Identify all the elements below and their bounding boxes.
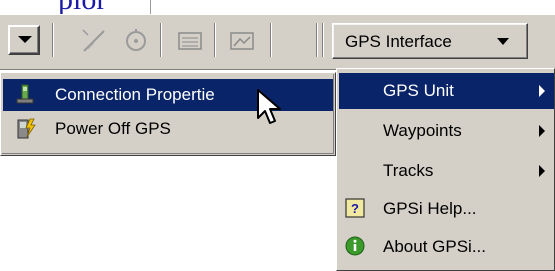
gps-interface-menu: GPS Unit Waypoints Tracks ? GPSi Help...… — [336, 68, 555, 271]
menu-item-tracks[interactable]: Tracks — [339, 153, 554, 189]
chevron-down-icon — [497, 38, 509, 45]
toolbar-separator — [160, 23, 162, 57]
menu-item-label: Waypoints — [383, 121, 462, 140]
menu-item-label: About GPSi... — [383, 237, 486, 256]
toolbar-separator — [52, 23, 54, 57]
toolbar-separator — [322, 23, 324, 57]
menu-item-gpsi-help[interactable]: ? GPSi Help... — [339, 191, 554, 227]
svg-text:?: ? — [351, 201, 359, 216]
submenu-arrow-icon — [539, 125, 545, 137]
menu-item-waypoints[interactable]: Waypoints — [339, 113, 554, 149]
submenu-arrow-icon — [539, 85, 545, 97]
menu-item-gps-unit[interactable]: GPS Unit — [339, 73, 554, 109]
page-title-fragment: plor — [58, 0, 106, 14]
power-off-icon — [17, 118, 36, 139]
title-divider — [150, 0, 151, 14]
menu-item-label: Tracks — [383, 161, 434, 180]
menu-item-label: Connection Propertie — [55, 85, 215, 104]
toolbar-separator — [316, 23, 318, 57]
toolbar-separator — [214, 23, 216, 57]
connection-properties-icon — [16, 84, 34, 104]
toolbar: GPS Interface — [0, 14, 555, 70]
toolbar-dropdown-button[interactable] — [8, 25, 40, 55]
menu-item-label: GPSi Help... — [383, 199, 477, 218]
table-icon[interactable] — [176, 27, 204, 55]
measure-tool-icon[interactable] — [80, 27, 108, 55]
mouse-cursor-icon — [257, 89, 281, 124]
help-icon: ? — [345, 198, 365, 218]
toolbar-separator — [270, 23, 272, 57]
gps-interface-menu-button[interactable]: GPS Interface — [332, 23, 528, 59]
info-icon — [345, 236, 365, 256]
menu-item-label: Power Off GPS — [55, 119, 171, 138]
gps-track-icon[interactable] — [122, 27, 150, 55]
title-strip: plor — [0, 0, 555, 14]
submenu-arrow-icon — [539, 165, 545, 177]
menu-item-label: GPS Unit — [383, 81, 454, 100]
menu-item-about-gpsi[interactable]: About GPSi... — [339, 229, 554, 265]
chevron-down-icon — [18, 36, 32, 43]
gps-interface-label: GPS Interface — [345, 32, 452, 51]
map-view-icon[interactable] — [228, 27, 256, 55]
